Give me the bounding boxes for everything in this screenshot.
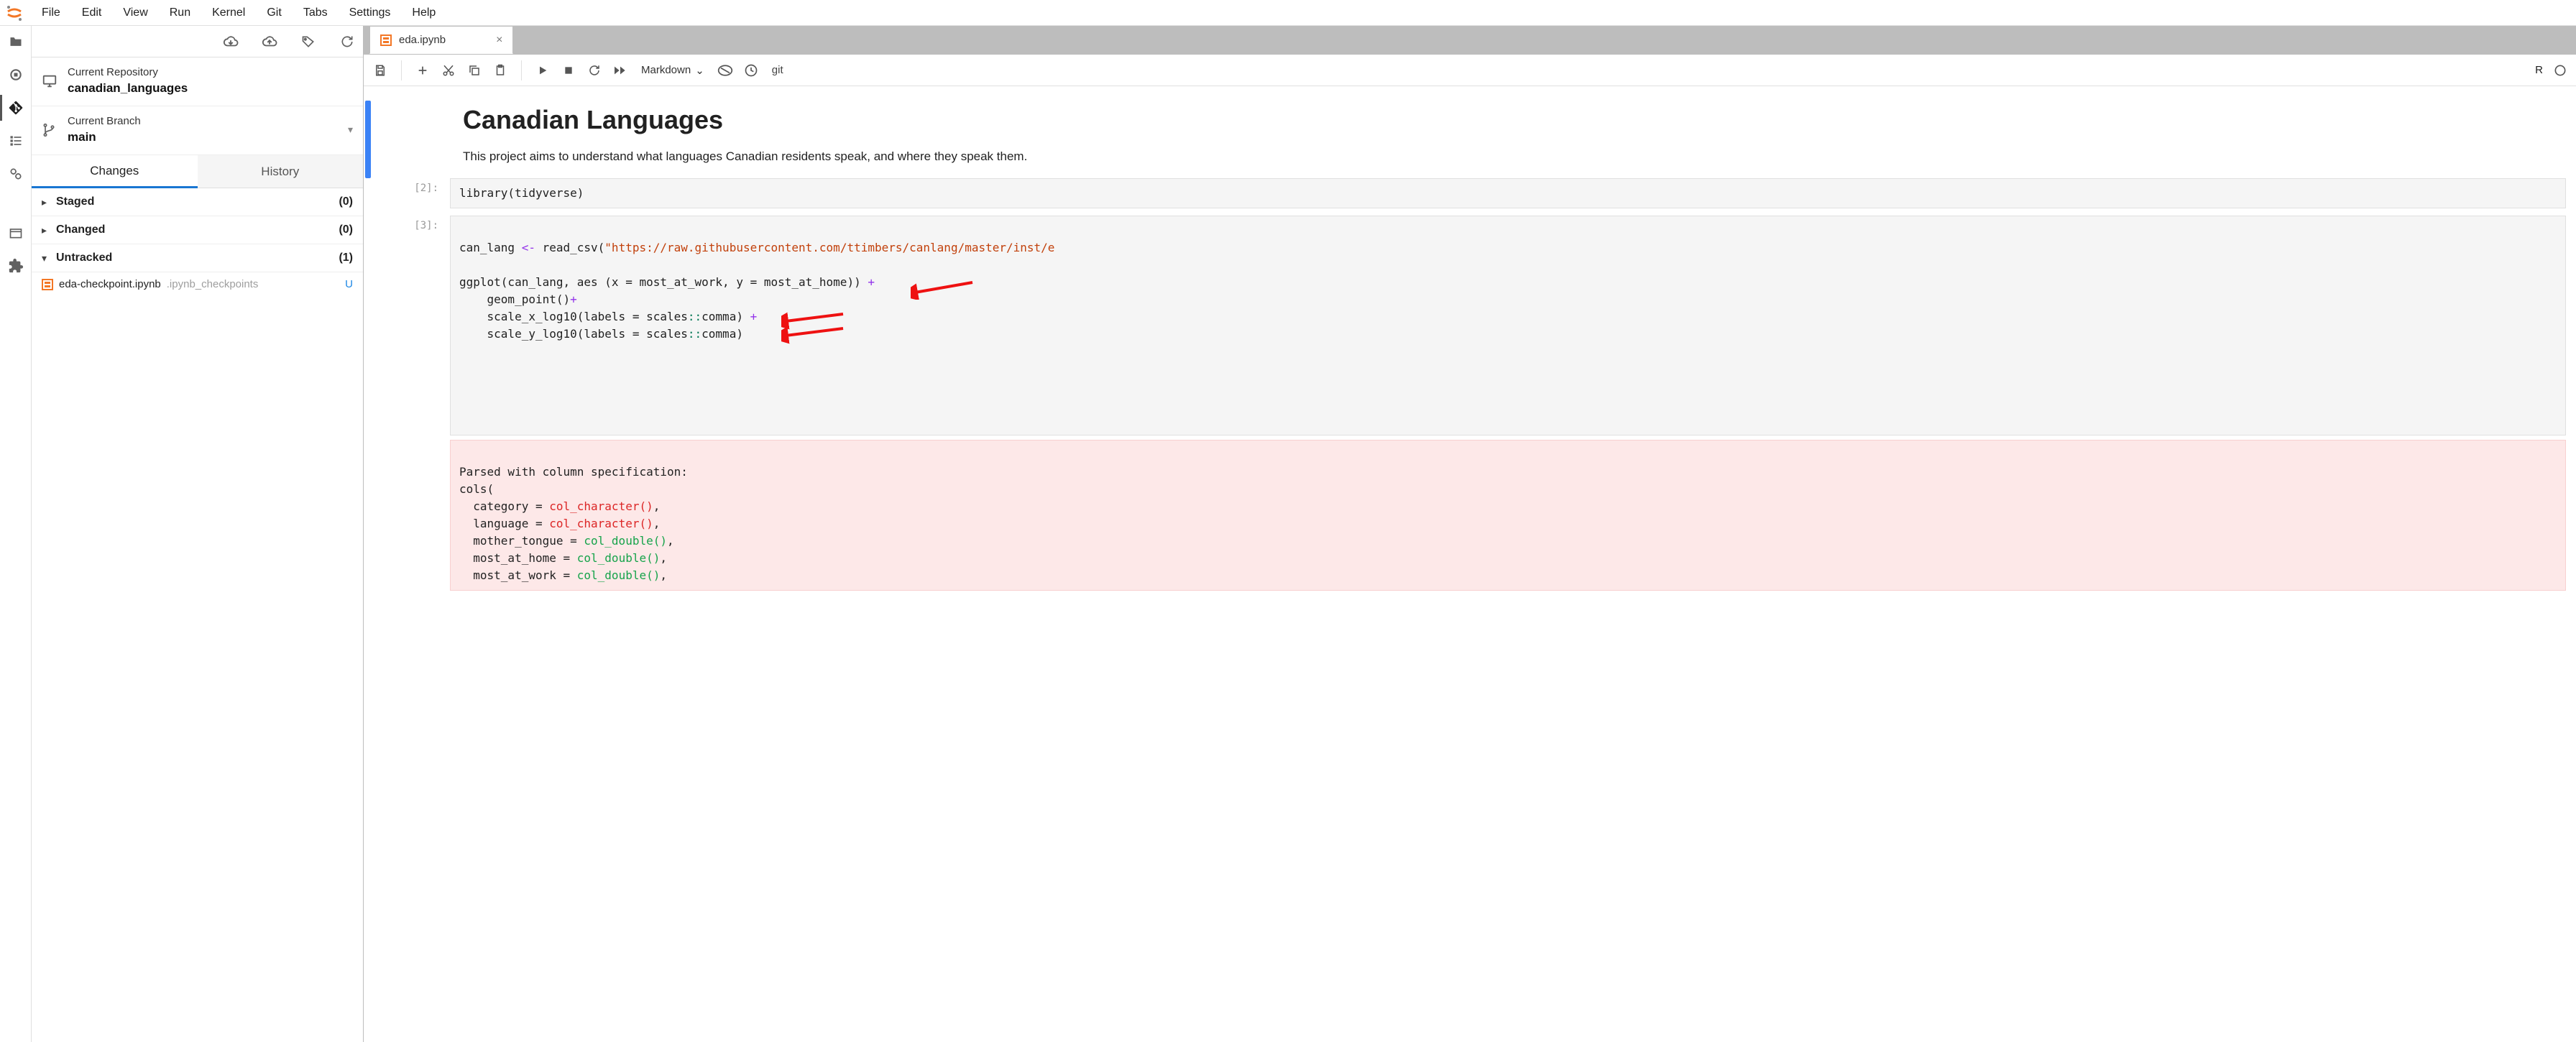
tab-changes[interactable]: Changes: [32, 155, 198, 188]
celltype-value: Markdown: [641, 64, 691, 76]
menu-kernel[interactable]: Kernel: [202, 2, 255, 24]
current-repository[interactable]: Current Repository canadian_languages: [32, 57, 363, 106]
git-panel: Current Repository canadian_languages Cu…: [32, 26, 364, 1042]
cloud-push-icon[interactable]: [261, 33, 278, 50]
chevron-down-icon: ⌄: [695, 64, 704, 77]
kernel-language[interactable]: R: [2535, 64, 2543, 76]
notebook-toolbar: Markdown ⌄ git R: [364, 55, 2576, 86]
tab-label: eda.ipynb: [399, 34, 446, 46]
file-status: U: [345, 278, 353, 290]
code-input[interactable]: library(tidyverse): [450, 178, 2566, 208]
code-cell-2[interactable]: [2]: library(tidyverse): [364, 178, 2576, 216]
annotation-arrow: [911, 245, 1021, 334]
annotation-arrow: [781, 291, 892, 380]
activity-bar: [0, 26, 32, 1042]
close-icon[interactable]: ×: [496, 34, 502, 47]
cell-selected-indicator: [365, 101, 371, 178]
tabs-icon[interactable]: [6, 223, 26, 243]
desktop-icon: [42, 73, 58, 89]
git-icon[interactable]: [6, 98, 26, 118]
cut-icon[interactable]: [441, 63, 456, 78]
menu-view[interactable]: View: [113, 2, 157, 24]
notebook-body[interactable]: Canadian Languages This project aims to …: [364, 86, 2576, 1042]
annotation-arrow: [781, 277, 892, 366]
cell-output: Parsed with column specification: cols( …: [450, 440, 2566, 591]
menu-edit[interactable]: Edit: [72, 2, 112, 24]
tag-icon[interactable]: [300, 33, 317, 50]
menu-run[interactable]: Run: [160, 2, 201, 24]
caret-right-icon: ▸: [42, 224, 52, 236]
refresh-icon[interactable]: [339, 33, 356, 50]
history-icon[interactable]: [743, 63, 759, 78]
branch-icon: [42, 122, 58, 138]
restart-icon[interactable]: [586, 63, 602, 78]
menubar: File Edit View Run Kernel Git Tabs Setti…: [0, 0, 2576, 26]
dock-tabs: eda.ipynb ×: [364, 26, 2576, 55]
git-panel-tabs: Changes History: [32, 155, 363, 188]
notebook-icon: [380, 34, 392, 46]
git-panel-toolbar: [32, 26, 363, 57]
section-untracked-title: Untracked: [56, 252, 339, 264]
current-branch[interactable]: Current Branch main ▾: [32, 106, 363, 155]
section-staged-count: (0): [339, 195, 353, 208]
cell-prompt: [2]:: [414, 183, 438, 194]
branch-label: Current Branch: [68, 115, 338, 127]
code-cell-3[interactable]: [3]: can_lang <- read_csv("https://raw.g…: [364, 216, 2576, 598]
caret-down-icon: ▾: [42, 252, 52, 264]
notebook-title: Canadian Languages: [463, 105, 2566, 135]
cell-prompt: [3]:: [414, 220, 438, 231]
section-changed[interactable]: ▸ Changed (0): [32, 216, 363, 244]
copy-icon[interactable]: [466, 63, 482, 78]
cloud-pull-icon[interactable]: [222, 33, 239, 50]
section-untracked[interactable]: ▾ Untracked (1): [32, 244, 363, 272]
jupyter-logo-icon: [4, 3, 24, 23]
menu-file[interactable]: File: [32, 2, 70, 24]
folder-icon[interactable]: [6, 32, 26, 52]
section-staged[interactable]: ▸ Staged (0): [32, 188, 363, 216]
run-icon[interactable]: [535, 63, 551, 78]
caret-right-icon: ▸: [42, 196, 52, 208]
add-cell-icon[interactable]: [415, 63, 431, 78]
kernel-status-icon[interactable]: [2553, 63, 2567, 78]
repo-label: Current Repository: [68, 66, 353, 78]
toc-icon[interactable]: [6, 131, 26, 151]
tab-history[interactable]: History: [198, 155, 364, 188]
file-path: .ipynb_checkpoints: [167, 278, 259, 290]
git-toolbar-label[interactable]: git: [772, 64, 783, 76]
paste-icon[interactable]: [492, 63, 508, 78]
celltype-select[interactable]: Markdown ⌄: [638, 63, 707, 78]
oval-commit-icon[interactable]: [717, 63, 733, 78]
section-untracked-count: (1): [339, 252, 353, 264]
branch-name: main: [68, 130, 338, 144]
code-input[interactable]: can_lang <- read_csv("https://raw.github…: [450, 216, 2566, 435]
section-staged-title: Staged: [56, 195, 339, 208]
work-area: eda.ipynb × Markdown ⌄: [364, 26, 2576, 1042]
save-icon[interactable]: [372, 63, 388, 78]
markdown-cell[interactable]: Canadian Languages This project aims to …: [364, 101, 2576, 178]
notebook-intro: This project aims to understand what lan…: [463, 149, 2566, 164]
untracked-file-row[interactable]: eda-checkpoint.ipynb .ipynb_checkpoints …: [32, 272, 363, 296]
settings-icon[interactable]: [6, 164, 26, 184]
run-all-icon[interactable]: [612, 63, 628, 78]
running-icon[interactable]: [6, 65, 26, 85]
chevron-down-icon: ▾: [348, 124, 353, 136]
menu-git[interactable]: Git: [257, 2, 291, 24]
repo-name: canadian_languages: [68, 81, 353, 96]
notebook-tab[interactable]: eda.ipynb ×: [369, 26, 513, 54]
extension-icon[interactable]: [6, 256, 26, 276]
section-changed-title: Changed: [56, 223, 339, 236]
menu-help[interactable]: Help: [402, 2, 446, 24]
file-name: eda-checkpoint.ipynb: [59, 278, 161, 290]
section-changed-count: (0): [339, 223, 353, 236]
stop-icon[interactable]: [561, 63, 576, 78]
menu-tabs[interactable]: Tabs: [293, 2, 338, 24]
notebook-icon: [42, 279, 53, 290]
menu-settings[interactable]: Settings: [339, 2, 401, 24]
